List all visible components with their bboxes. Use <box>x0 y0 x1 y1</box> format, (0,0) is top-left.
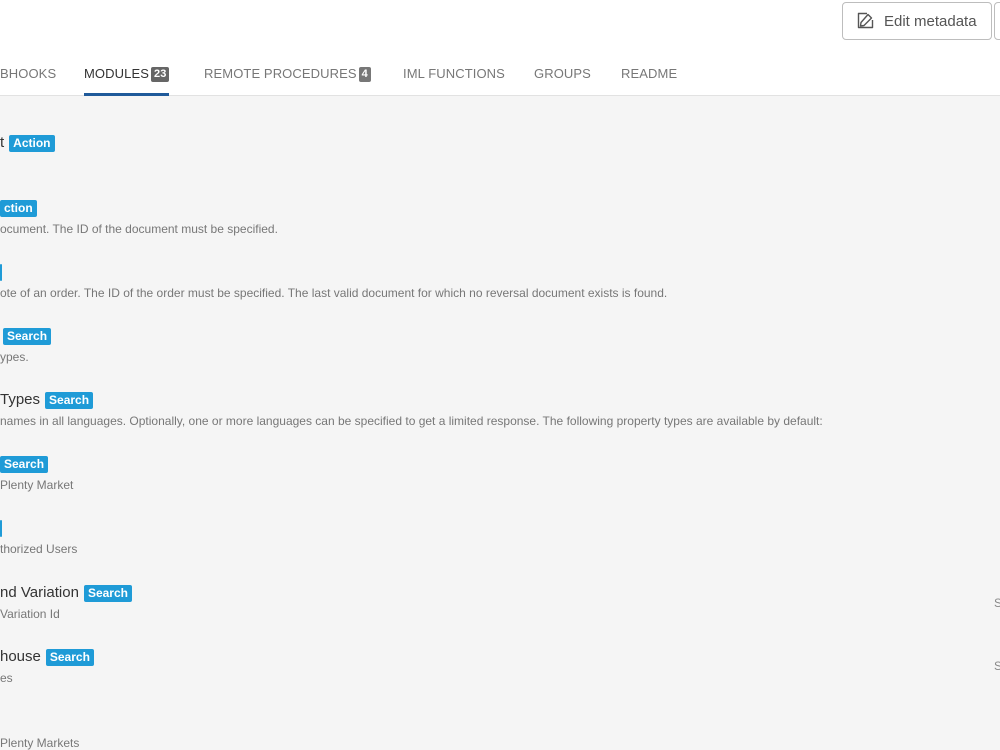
module-type-badge: Search <box>45 391 94 409</box>
module-description: Plenty Market <box>0 478 74 492</box>
module-type-badge <box>0 263 2 281</box>
module-description: ocument. The ID of the document must be … <box>0 222 278 236</box>
module-description: es <box>0 671 13 685</box>
tab-label: MODULES <box>84 66 149 81</box>
edit-metadata-label: Edit metadata <box>884 12 977 30</box>
module-item[interactable]: thorized Users <box>0 518 77 557</box>
module-description: Plenty Markets <box>0 736 80 750</box>
module-description: ote of an order. The ID of the order mus… <box>0 286 668 300</box>
module-item[interactable]: ote of an order. The ID of the order mus… <box>0 262 667 301</box>
module-type-badge <box>0 519 2 537</box>
module-title: nd Variation <box>0 584 79 601</box>
module-type-badge: Action <box>9 134 55 152</box>
module-item[interactable]: Search Plenty Market <box>0 454 73 493</box>
module-item[interactable]: Search ypes. <box>0 326 52 365</box>
tab-groups[interactable]: GROUPS <box>534 62 591 96</box>
module-item[interactable]: nd Variation Search Variation Id <box>0 583 132 622</box>
tab-webhooks[interactable]: BHOOKS <box>0 62 56 96</box>
module-item[interactable]: ction ocument. The ID of the document mu… <box>0 198 278 237</box>
module-item[interactable]: Types Search names in all languages. Opti… <box>0 390 823 429</box>
module-title: Types <box>0 391 41 408</box>
tab-label: IML FUNCTIONS <box>403 66 505 81</box>
next-header-button[interactable] <box>994 2 1000 40</box>
module-type-badge: Search <box>0 455 49 473</box>
tab-label: REMOTE PROCEDURES <box>204 66 357 81</box>
module-item[interactable]: Plenty Markets <box>0 712 79 750</box>
tab-iml-functions[interactable]: IML FUNCTIONS <box>403 62 505 96</box>
tab-readme[interactable]: README <box>621 62 677 96</box>
edit-icon <box>856 12 874 30</box>
module-title: house <box>0 648 41 665</box>
module-type-badge: Search <box>45 648 94 666</box>
tab-remote-procedures[interactable]: REMOTE PROCEDURES 4 <box>204 62 371 96</box>
right-column-text: S <box>994 659 1000 673</box>
module-type-badge: Search <box>83 584 132 602</box>
tab-label: BHOOKS <box>0 66 57 81</box>
edit-metadata-button[interactable]: Edit metadata <box>842 2 992 40</box>
module-description: thorized Users <box>0 542 78 556</box>
module-type-badge: Search <box>3 327 52 345</box>
module-type-badge: ction <box>0 199 37 217</box>
tab-label: README <box>621 66 678 81</box>
tab-count-badge: 4 <box>358 67 371 82</box>
module-description: names in all languages. Optionally, one … <box>0 414 823 428</box>
tab-label: GROUPS <box>534 66 591 81</box>
module-description: Variation Id <box>0 607 60 621</box>
module-header-bar: Edit metadata BHOOKS MODULES 23 REMOTE PR… <box>0 0 1000 96</box>
module-title: t <box>0 134 5 151</box>
module-item[interactable]: t Action <box>0 133 55 153</box>
module-description: ypes. <box>0 350 29 364</box>
tab-count-badge: 23 <box>151 67 170 82</box>
module-item[interactable]: house Search es <box>0 647 94 686</box>
tab-modules[interactable]: MODULES 23 <box>84 62 170 96</box>
right-column-text: S <box>994 596 1000 610</box>
